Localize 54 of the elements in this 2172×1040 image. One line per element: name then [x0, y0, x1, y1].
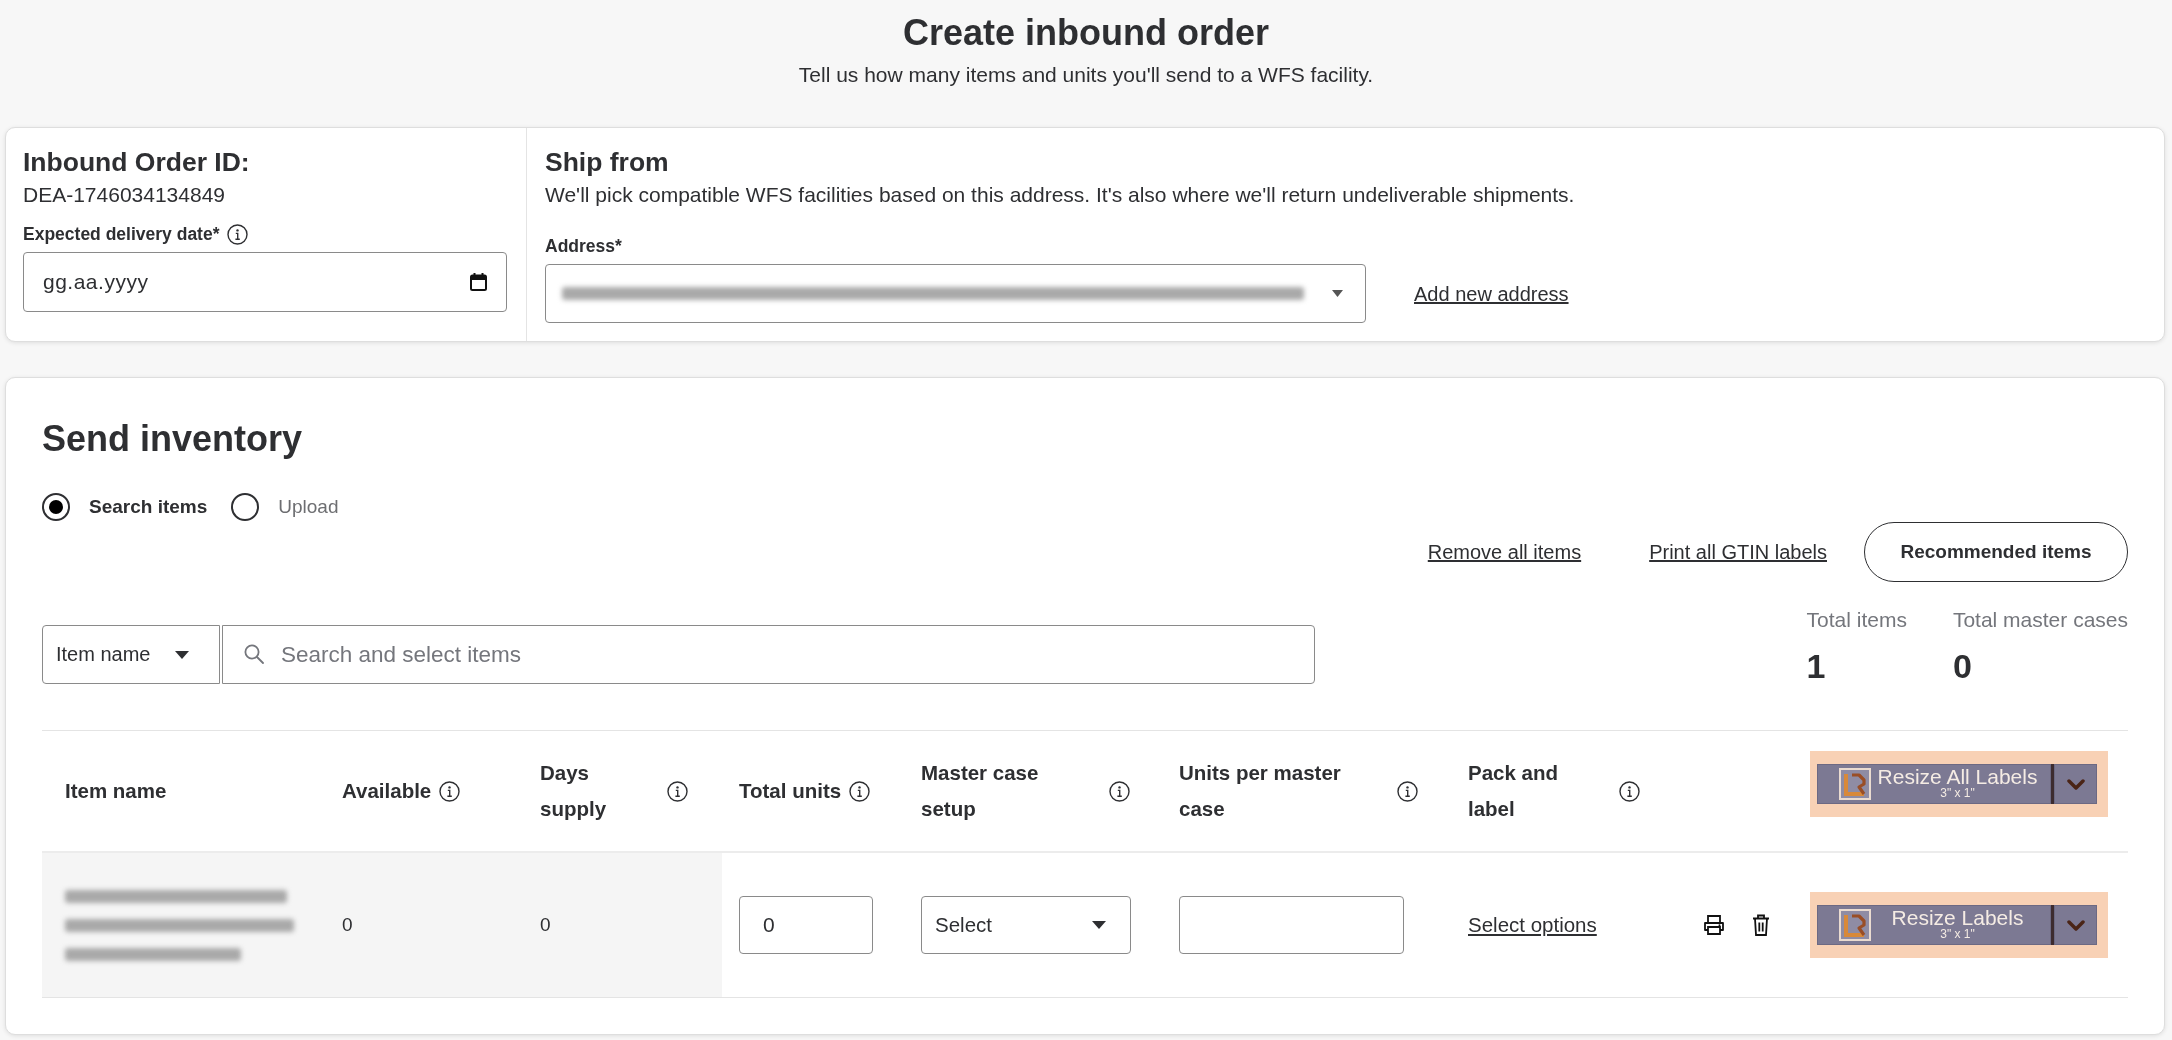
field-label: Expected delivery date* [23, 223, 220, 245]
column-header: Available [342, 778, 432, 804]
column-header: Units per master case [1179, 760, 1342, 822]
table-cell: 0 [540, 913, 551, 937]
resize-labels-button[interactable]: Resize Labels 3" x 1" [1817, 905, 2051, 945]
total-value: 0 [1952, 646, 1972, 686]
dropdown-button[interactable] [2054, 905, 2097, 945]
total-units-field[interactable]: 0 [739, 896, 873, 954]
total-label: Total items [1806, 608, 1907, 632]
order-id-label: Inbound Order ID: [23, 146, 250, 178]
calendar-icon [470, 273, 487, 291]
dropdown-button[interactable] [2054, 764, 2097, 804]
chevron-down-icon [2066, 778, 2085, 790]
resize-labels-button[interactable]: Resize All Labels 3" x 1" [1817, 764, 2051, 804]
radio-button[interactable] [42, 493, 70, 521]
search-icon [244, 644, 264, 664]
logo-icon [1839, 909, 1871, 941]
chevron-down-icon [2066, 919, 2085, 931]
caret-icon [175, 650, 189, 659]
field-label: Address* [545, 235, 622, 257]
units-per-case-field[interactable] [1179, 896, 1404, 954]
column-header: Days supply [540, 760, 608, 822]
radio-button[interactable] [231, 493, 260, 521]
trash-icon[interactable] [1752, 914, 1770, 936]
radio-label[interactable]: Search items [89, 495, 208, 519]
page-subtitle: Tell us how many items and units you'll send to a WFS facility. [798, 62, 1374, 88]
section-description: We'll pick compatible WFS facilities based on this address. It's also where we'll return undeliverable shipments. [545, 182, 1575, 208]
page-title: Create inbound order [903, 11, 1269, 55]
printer-icon[interactable] [1703, 915, 1725, 935]
address-select[interactable] [545, 264, 1366, 323]
column-header: Item name [65, 778, 167, 804]
caret-icon [1332, 290, 1343, 297]
total-value: 1 [1806, 646, 1826, 686]
recommended-items-button[interactable]: Recommended items [1864, 522, 2128, 582]
column-header: Total units [739, 778, 842, 804]
search-field[interactable]: Search and select items [222, 625, 1315, 684]
select-options-link[interactable]: Select options [1468, 913, 1597, 937]
action-link[interactable]: Print all GTIN labels [1649, 540, 1827, 564]
section-title: Send inventory [42, 417, 303, 461]
logo-icon [1839, 768, 1871, 800]
date-field[interactable]: gg.aa.yyyy [23, 252, 507, 312]
action-link[interactable]: Remove all items [1427, 540, 1582, 564]
table-cell: 0 [342, 913, 353, 937]
caret-icon [1092, 921, 1106, 929]
column-header: Pack and label [1468, 760, 1560, 822]
column-header: Master case setup [921, 760, 1040, 822]
order-id: DEA-1746034134849 [23, 182, 225, 208]
master-case-select[interactable]: Select [921, 896, 1131, 954]
total-label: Total master cases [1952, 608, 2128, 632]
add-address-link[interactable]: Add new address [1414, 281, 1569, 306]
info-icon [227, 223, 249, 245]
section-title: Ship from [545, 146, 669, 178]
radio-label[interactable]: Upload [278, 495, 339, 519]
filter-dropdown[interactable]: Item name [42, 625, 220, 684]
